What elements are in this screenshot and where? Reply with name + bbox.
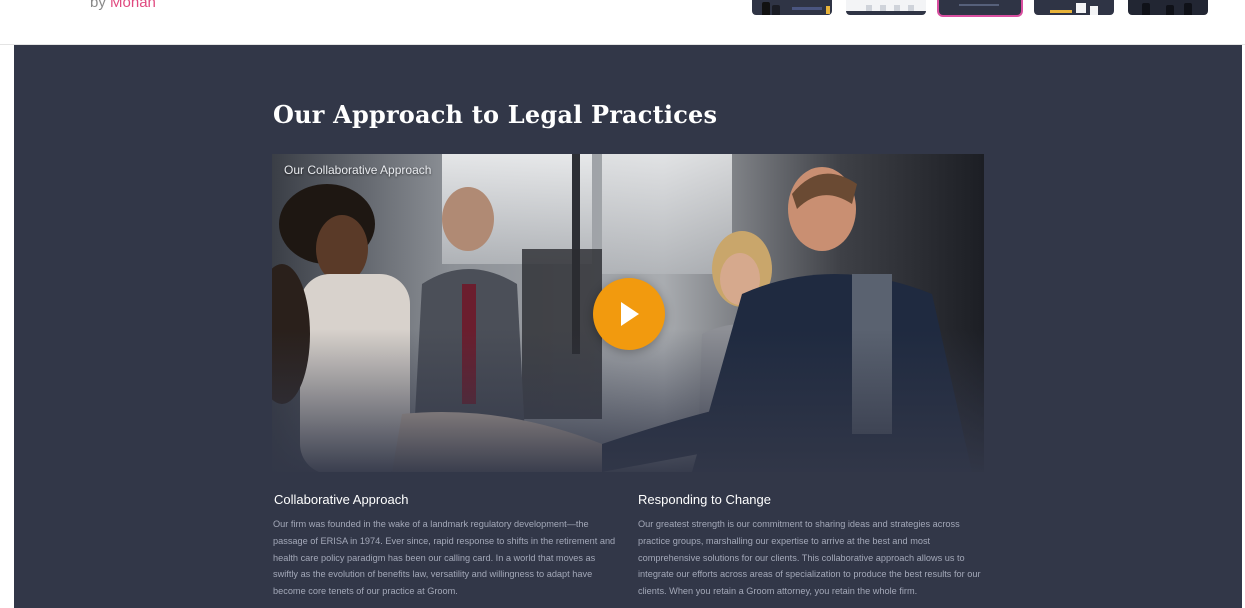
top-header: by Mohan [0, 0, 1245, 45]
byline-prefix: by [90, 0, 106, 11]
byline: by Mohan [90, 0, 156, 11]
video-caption: Our Collaborative Approach [284, 163, 432, 177]
left-gutter [0, 45, 14, 608]
video-player[interactable]: Our Collaborative Approach [272, 154, 984, 472]
column-body-responding: Our greatest strength is our commitment … [638, 519, 981, 597]
play-icon [621, 302, 639, 326]
template-thumbnail-3[interactable] [937, 0, 1023, 17]
play-button[interactable] [593, 278, 665, 350]
column-body-collaborative: Our firm was founded in the wake of a la… [273, 519, 616, 597]
author-link[interactable]: Mohan [110, 0, 156, 11]
section-title: Our Approach to Legal Practices [273, 100, 718, 129]
template-thumbnail-1[interactable] [752, 0, 832, 15]
column-heading-responding: Responding to Change [638, 492, 771, 507]
template-thumbnail-5[interactable] [1128, 0, 1208, 15]
column-heading-collaborative: Collaborative Approach [274, 492, 409, 507]
template-thumbnail-2[interactable] [846, 0, 926, 15]
template-thumbnail-4[interactable] [1034, 0, 1114, 15]
